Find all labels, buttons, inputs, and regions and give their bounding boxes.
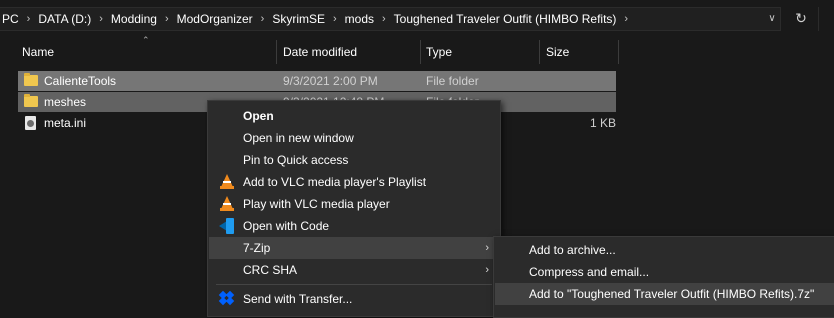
vlc-icon bbox=[219, 174, 235, 190]
settings-file-icon bbox=[25, 116, 36, 130]
file-type: File folder bbox=[426, 74, 479, 88]
context-menu: Open Open in new window Pin to Quick acc… bbox=[207, 100, 501, 317]
menu-item-label: Add to VLC media player's Playlist bbox=[243, 175, 427, 189]
menu-item-vlc-playlist[interactable]: Add to VLC media player's Playlist bbox=[209, 171, 499, 193]
submenu-item-add-to-7z[interactable]: Add to "Toughened Traveler Outfit (HIMBO… bbox=[495, 283, 834, 305]
file-name: meshes bbox=[44, 95, 87, 109]
crumb-separator[interactable]: › bbox=[620, 13, 632, 25]
menu-item-label: Open with Code bbox=[243, 219, 330, 233]
menu-item-crc-sha[interactable]: CRC SHA › bbox=[209, 259, 499, 281]
menu-item-label: Play with VLC media player bbox=[243, 197, 390, 211]
file-row-calientetools[interactable]: CalienteTools 9/3/2021 2:00 PM File fold… bbox=[18, 71, 616, 91]
crumb-current-folder[interactable]: Toughened Traveler Outfit (HIMBO Refits) bbox=[390, 12, 621, 26]
menu-separator bbox=[216, 284, 492, 285]
menu-item-label: CRC SHA bbox=[243, 263, 298, 277]
search-box-edge[interactable] bbox=[818, 7, 834, 31]
menu-item-label: Open in new window bbox=[243, 131, 354, 145]
breadcrumb: PC › DATA (D:) › Modding › ModOrganizer … bbox=[0, 7, 781, 31]
column-divider[interactable] bbox=[618, 40, 619, 64]
vlc-icon bbox=[219, 196, 235, 212]
column-name[interactable]: Name bbox=[22, 38, 54, 66]
column-divider[interactable] bbox=[420, 40, 421, 64]
menu-item-pin-quick-access[interactable]: Pin to Quick access bbox=[209, 149, 499, 171]
file-name: CalienteTools bbox=[44, 74, 117, 88]
submenu-item-label: Add to "Toughened Traveler Outfit (HIMBO… bbox=[529, 287, 815, 301]
menu-item-label: 7-Zip bbox=[243, 241, 271, 255]
crumb-modorganizer[interactable]: ModOrganizer bbox=[173, 12, 257, 26]
sort-ascending-icon: ⌃ bbox=[142, 35, 150, 45]
crumb-mods[interactable]: mods bbox=[341, 12, 378, 26]
chevron-right-icon: › bbox=[485, 264, 489, 276]
crumb-pc[interactable]: PC bbox=[0, 12, 23, 26]
folder-icon bbox=[24, 94, 38, 107]
vscode-icon bbox=[219, 218, 235, 234]
column-headers: Name ⌃ Date modified Type Size bbox=[0, 35, 834, 66]
crumb-modding[interactable]: Modding bbox=[107, 12, 161, 26]
refresh-icon[interactable]: ↻ bbox=[790, 7, 812, 29]
menu-item-open[interactable]: Open bbox=[209, 105, 499, 127]
column-date-modified[interactable]: Date modified bbox=[283, 38, 357, 66]
dropbox-icon bbox=[218, 290, 235, 306]
column-type[interactable]: Type bbox=[426, 38, 452, 66]
file-size: 1 KB bbox=[590, 116, 617, 130]
crumb-data-drive[interactable]: DATA (D:) bbox=[34, 12, 95, 26]
menu-item-open-with-code[interactable]: Open with Code bbox=[209, 215, 499, 237]
crumb-separator[interactable]: › bbox=[95, 13, 107, 25]
menu-item-label: Send with Transfer... bbox=[243, 292, 353, 306]
crumb-separator[interactable]: › bbox=[161, 13, 173, 25]
crumb-skyrimse[interactable]: SkyrimSE bbox=[268, 12, 329, 26]
folder-icon bbox=[24, 73, 38, 86]
address-bar: PC › DATA (D:) › Modding › ModOrganizer … bbox=[0, 0, 834, 36]
crumb-separator[interactable]: › bbox=[23, 13, 35, 25]
column-size[interactable]: Size bbox=[546, 38, 569, 66]
column-divider[interactable] bbox=[539, 40, 540, 64]
menu-item-send-with-transfer[interactable]: Send with Transfer... bbox=[209, 288, 499, 310]
menu-item-label: Pin to Quick access bbox=[243, 153, 349, 167]
menu-item-7zip[interactable]: 7-Zip › bbox=[209, 237, 499, 259]
menu-item-vlc-play[interactable]: Play with VLC media player bbox=[209, 193, 499, 215]
submenu-7zip: Add to archive... Compress and email... … bbox=[493, 236, 834, 318]
crumb-separator[interactable]: › bbox=[257, 13, 269, 25]
submenu-item-compress-and-email[interactable]: Compress and email... bbox=[495, 261, 834, 283]
submenu-item-label: Compress and email... bbox=[529, 265, 650, 279]
chevron-right-icon: › bbox=[485, 242, 489, 254]
menu-item-label: Open bbox=[243, 109, 274, 123]
menu-item-open-new-window[interactable]: Open in new window bbox=[209, 127, 499, 149]
crumb-separator[interactable]: › bbox=[378, 13, 390, 25]
submenu-item-label: Add to archive... bbox=[529, 243, 616, 257]
submenu-item-add-to-archive[interactable]: Add to archive... bbox=[495, 239, 834, 261]
crumb-separator[interactable]: › bbox=[329, 13, 341, 25]
file-date: 9/3/2021 2:00 PM bbox=[283, 74, 378, 88]
chevron-down-icon[interactable]: ∨ bbox=[764, 7, 780, 29]
column-divider[interactable] bbox=[276, 40, 277, 64]
file-name: meta.ini bbox=[44, 116, 87, 130]
